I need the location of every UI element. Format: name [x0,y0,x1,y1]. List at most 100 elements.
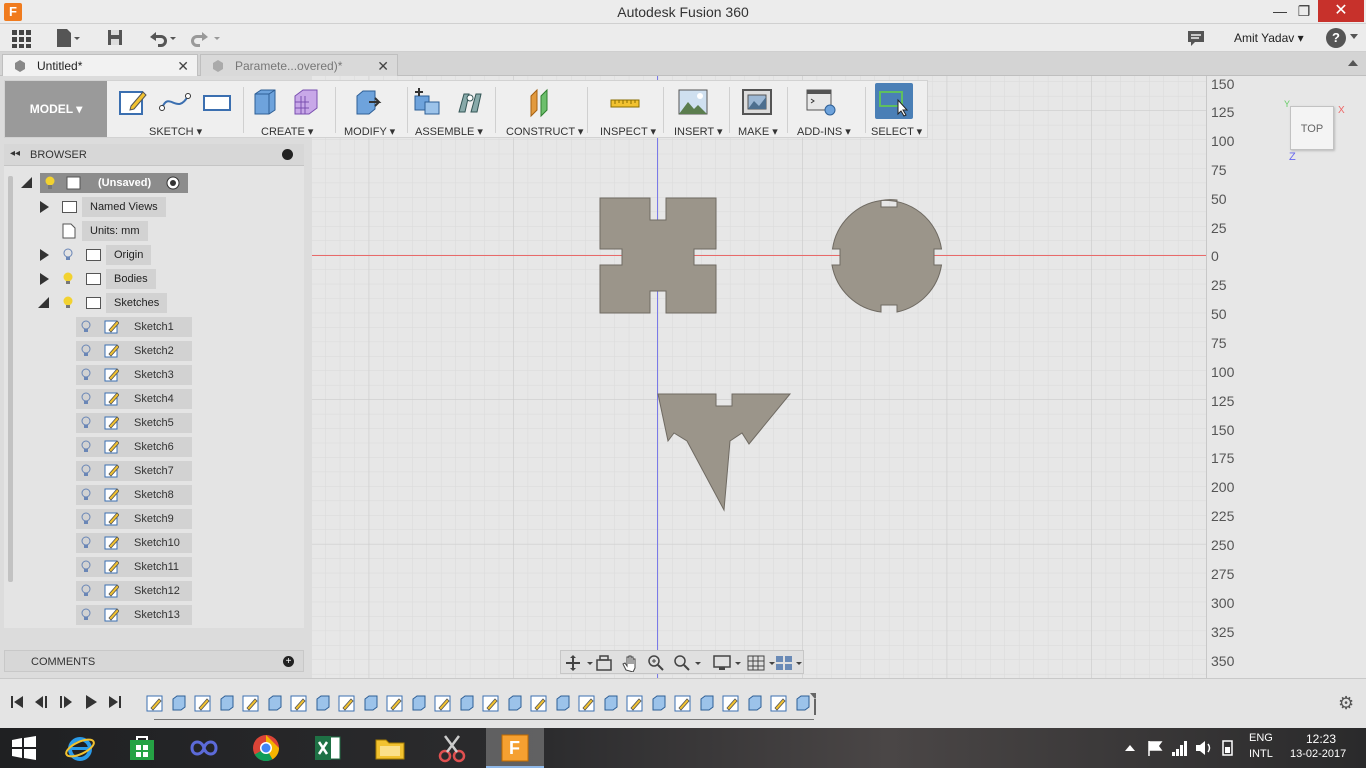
collapse-tabs-icon[interactable] [1348,60,1358,66]
file-menu-icon[interactable] [54,27,80,49]
sketch-item[interactable]: Sketch9 [76,509,192,529]
circle-puzzle-body[interactable] [831,199,943,313]
visibility-bulb-icon[interactable] [81,320,91,333]
sketch-item[interactable]: Sketch5 [76,413,192,433]
look-at-icon[interactable] [595,654,613,672]
sketch-item[interactable]: Sketch1 [76,317,192,337]
canvas-right-area[interactable] [1242,76,1366,678]
tab-parameters[interactable]: Paramete...overed)* ✕ [200,54,398,76]
sketch-item[interactable]: Sketch3 [76,365,192,385]
undo-icon[interactable] [146,27,178,49]
workspace-switcher[interactable]: MODEL ▾ [5,81,107,137]
new-component-icon[interactable] [411,86,443,118]
toolbar-select-menu[interactable]: SELECT ▾ [871,125,922,138]
fusion-360-taskbar-icon[interactable]: F [499,732,531,764]
browser-pin-icon[interactable] [282,149,293,160]
toolbar-inspect-menu[interactable]: INSPECT ▾ [600,125,656,138]
tab-close-icon[interactable]: ✕ [377,55,389,77]
input-language-bottom[interactable]: INTL [1249,748,1273,760]
pan-hand-icon[interactable] [621,654,639,672]
visibility-bulb-icon[interactable] [63,248,73,261]
scripts-addins-icon[interactable] [805,86,837,118]
windows-store-icon[interactable] [126,732,158,764]
job-status-icon[interactable] [1186,27,1206,49]
zoom-icon[interactable] [647,654,665,672]
timeline-next-icon[interactable] [58,694,74,710]
toolbar-make-menu[interactable]: MAKE ▾ [738,125,778,138]
sketch-item[interactable]: Sketch12 [76,581,192,601]
toolbar-sketch-menu[interactable]: SKETCH ▾ [149,125,202,138]
extrude-box-icon[interactable] [249,86,281,118]
user-account-menu[interactable]: Amit Yadav ▾ [1234,31,1304,45]
visibility-bulb-icon[interactable] [81,488,91,501]
redo-icon[interactable] [190,27,222,49]
visibility-bulb-icon[interactable] [63,272,73,285]
offset-plane-icon[interactable] [525,86,557,118]
grid-snaps-icon[interactable] [747,654,777,672]
add-comment-icon[interactable]: + [283,656,294,667]
toolbar-construct-menu[interactable]: CONSTRUCT ▾ [506,125,583,138]
visibility-bulb-icon[interactable] [81,392,91,405]
sketch-item[interactable]: Sketch10 [76,533,192,553]
save-icon[interactable] [106,27,124,49]
visibility-bulb-icon[interactable] [81,464,91,477]
snipping-tool-icon[interactable] [436,732,468,764]
3d-print-icon[interactable] [741,86,773,118]
expand-origin-icon[interactable] [40,249,49,261]
timeline-features[interactable] [146,693,816,715]
taskbar-clock-date[interactable]: 13-02-2017 [1290,748,1346,760]
battery-icon[interactable] [1218,739,1238,757]
timeline-first-icon[interactable] [10,694,24,710]
excel-icon[interactable] [312,732,344,764]
visibility-bulb-icon[interactable] [81,608,91,621]
visibility-bulb-icon[interactable] [81,368,91,381]
visibility-bulb-icon[interactable] [81,512,91,525]
timeline-previous-icon[interactable] [34,694,50,710]
toolbar-insert-menu[interactable]: INSERT ▾ [674,125,723,138]
help-dropdown-icon[interactable] [1350,34,1358,39]
press-pull-icon[interactable] [351,86,383,118]
visibility-bulb-icon[interactable] [81,416,91,429]
insert-image-icon[interactable] [677,86,709,118]
design-canvas[interactable] [312,76,1206,678]
sketch-rectangle-icon[interactable] [201,86,233,118]
create-form-icon[interactable] [291,86,323,118]
toolbar-create-menu[interactable]: CREATE ▾ [261,125,313,138]
browser-header[interactable]: ◂◂ BROWSER [4,144,304,166]
infinity-app-icon[interactable] [188,732,220,764]
toolbar-modify-menu[interactable]: MODIFY ▾ [344,125,395,138]
visibility-bulb-icon[interactable] [63,296,73,309]
internet-explorer-icon[interactable] [64,732,96,764]
toolbar-addins-menu[interactable]: ADD-INS ▾ [797,125,851,138]
display-settings-icon[interactable] [713,654,743,672]
timeline-settings-gear-icon[interactable]: ⚙ [1338,693,1354,714]
viewports-icon[interactable] [775,654,805,672]
view-cube[interactable]: TOP [1290,106,1334,150]
collapse-browser-icon[interactable]: ◂◂ [10,148,20,159]
taskbar-clock-time[interactable]: 12:23 [1306,732,1336,746]
create-sketch-icon[interactable] [117,86,149,118]
sketch-item[interactable]: Sketch7 [76,461,192,481]
network-signal-icon[interactable] [1170,739,1190,757]
chrome-icon[interactable] [250,732,282,764]
close-button[interactable]: ✕ [1318,0,1364,22]
visibility-bulb-icon[interactable] [81,584,91,597]
sketch-item[interactable]: Sketch8 [76,485,192,505]
visibility-bulb-icon[interactable] [81,536,91,549]
sketch-item[interactable]: Sketch11 [76,557,192,577]
restore-button[interactable]: ❐ [1290,0,1318,22]
expand-named-views-icon[interactable] [40,201,49,213]
collapse-sketches-icon[interactable] [38,297,49,308]
tab-untitled[interactable]: Untitled* ✕ [2,54,198,76]
orbit-icon[interactable] [565,654,593,672]
file-explorer-icon[interactable] [374,732,406,764]
fit-zoom-icon[interactable] [673,654,703,672]
timeline-track[interactable] [154,717,814,720]
visibility-bulb-icon[interactable] [81,560,91,573]
comments-panel[interactable]: COMMENTS + [4,650,304,672]
sketch-item[interactable]: Sketch2 [76,341,192,361]
visibility-bulb-icon[interactable] [45,176,55,190]
sketch-item[interactable]: Sketch4 [76,389,192,409]
visibility-bulb-icon[interactable] [81,440,91,453]
visibility-bulb-icon[interactable] [81,344,91,357]
